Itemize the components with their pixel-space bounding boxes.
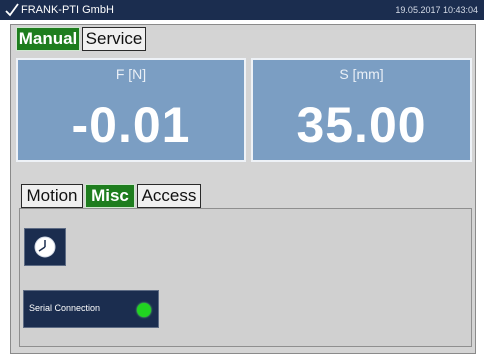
clock-button[interactable]	[24, 228, 66, 266]
datetime-display: 19.05.2017 10:43:04	[395, 5, 478, 15]
app-title: FRANK-PTI GmbH	[21, 4, 114, 16]
tab-misc[interactable]: Misc	[85, 184, 135, 208]
distance-label: S [mm]	[339, 66, 384, 82]
title-bar: FRANK-PTI GmbH 19.05.2017 10:43:04	[0, 0, 484, 20]
force-label: F [N]	[115, 66, 147, 82]
tab-service[interactable]: Service	[82, 27, 146, 51]
tab-manual[interactable]: Manual	[16, 27, 80, 51]
clock-icon	[34, 236, 56, 258]
serial-connection-label: Serial Connection	[29, 303, 101, 313]
serial-connection-indicator: Serial Connection	[23, 290, 159, 328]
distance-readout: S [mm] 35.00	[251, 58, 472, 162]
force-value: -0.01	[71, 97, 191, 153]
checkmark-logo-icon	[5, 3, 19, 17]
force-readout: F [N] -0.01	[16, 58, 246, 162]
tab-motion[interactable]: Motion	[21, 184, 83, 208]
status-led-icon	[137, 303, 151, 317]
tab-access[interactable]: Access	[137, 184, 201, 208]
distance-value: 35.00	[296, 97, 427, 153]
